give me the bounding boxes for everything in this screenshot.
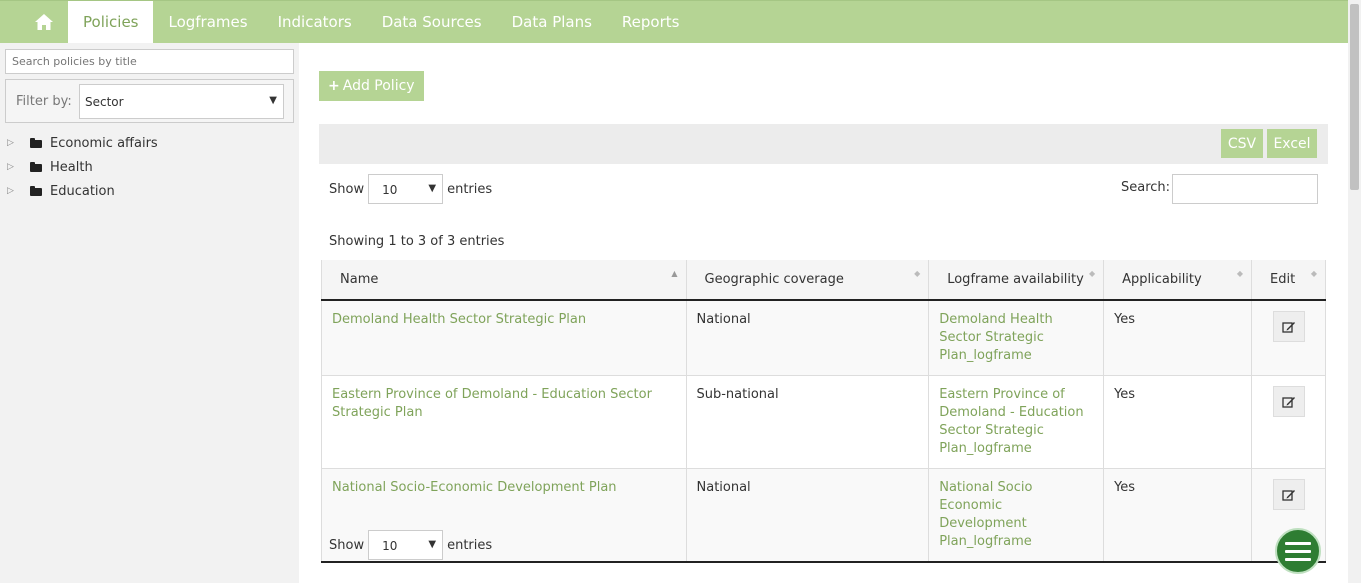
tree-item-economic-affairs[interactable]: ▷ Economic affairs xyxy=(0,131,158,155)
column-header-label: Logframe availability xyxy=(947,272,1084,287)
policy-name-link[interactable]: Demoland Health Sector Strategic Plan xyxy=(332,312,586,327)
home-button[interactable] xyxy=(20,1,68,43)
show-label: Show xyxy=(329,537,365,553)
table-info: Showing 1 to 3 of 3 entries xyxy=(329,234,505,249)
tree-item-label: Health xyxy=(50,159,93,175)
hamburger-icon-bar xyxy=(1285,557,1311,561)
column-header-label: Applicability xyxy=(1122,272,1202,287)
add-policy-label: Add Policy xyxy=(342,78,415,94)
sort-icon: ◆ xyxy=(1088,269,1096,278)
sort-icon: ◆ xyxy=(914,269,921,278)
edit-icon xyxy=(1281,396,1295,408)
expand-arrow-icon[interactable]: ▷ xyxy=(7,186,17,196)
csv-button[interactable]: CSV xyxy=(1221,129,1263,158)
tree-item-label: Economic affairs xyxy=(50,135,158,151)
applicability-cell: Yes xyxy=(1103,375,1253,469)
column-header-name[interactable]: Name ▲ xyxy=(321,260,687,301)
sort-icon: ◆ xyxy=(1236,269,1244,278)
filter-select[interactable]: Sector ▼ xyxy=(79,84,284,119)
page-length-select[interactable]: 10 ▼ xyxy=(368,530,444,560)
caret-down-icon: ▼ xyxy=(428,183,437,194)
caret-down-icon: ▼ xyxy=(428,539,437,550)
sort-icon: ◆ xyxy=(1310,269,1317,278)
table-row: Demoland Health Sector Strategic Plan Na… xyxy=(321,299,1326,376)
coverage-cell: National xyxy=(685,468,930,563)
logframe-link[interactable]: Demoland Health Sector Strategic Plan_lo… xyxy=(939,312,1053,363)
column-header-applicability[interactable]: Applicability ◆ xyxy=(1103,260,1253,301)
column-header-coverage[interactable]: Geographic coverage ◆ xyxy=(685,260,930,301)
sector-tree: ▷ Economic affairs ▷ Health ▷ Education xyxy=(0,131,158,203)
nav-data-sources[interactable]: Data Sources xyxy=(367,1,497,43)
filter-select-value: Sector xyxy=(85,95,124,109)
table-search-input[interactable] xyxy=(1172,174,1318,204)
nav-indicators[interactable]: Indicators xyxy=(263,1,367,43)
hamburger-menu-button[interactable] xyxy=(1275,528,1321,574)
policies-table: Name ▲ Geographic coverage ◆ Logframe avai… xyxy=(321,260,1326,563)
edit-button[interactable] xyxy=(1272,479,1305,510)
column-header-label: Geographic coverage xyxy=(704,272,844,287)
applicability-cell: Yes xyxy=(1103,468,1253,563)
table-row: Eastern Province of Demoland - Education… xyxy=(321,375,1326,469)
entries-label: entries xyxy=(447,181,493,197)
table-search-label: Search: xyxy=(1121,180,1171,195)
add-policy-button[interactable]: + Add Policy xyxy=(319,71,424,101)
export-toolbar: CSV Excel xyxy=(319,124,1328,164)
applicability-cell: Yes xyxy=(1103,299,1253,376)
plus-icon: + xyxy=(328,78,340,94)
show-label: Show xyxy=(329,181,365,197)
sidebar: Filter by: Sector ▼ ▷ Economic affairs ▷… xyxy=(0,43,299,583)
folder-icon xyxy=(30,162,42,172)
column-header-label: Name xyxy=(340,272,379,287)
excel-button[interactable]: Excel xyxy=(1267,129,1317,158)
filter-panel: Filter by: Sector ▼ xyxy=(5,79,294,123)
column-header-edit[interactable]: Edit ◆ xyxy=(1251,260,1326,301)
top-navbar: Policies Logframes Indicators Data Sourc… xyxy=(0,0,1348,43)
policy-name-link[interactable]: National Socio-Economic Development Plan xyxy=(332,480,617,495)
edit-icon xyxy=(1281,489,1295,501)
page-scrollbar[interactable] xyxy=(1348,0,1361,583)
edit-button[interactable] xyxy=(1272,311,1305,342)
page-length-value: 10 xyxy=(382,183,398,197)
page-length-control: Show 10 ▼ entries xyxy=(329,174,492,204)
entries-label: entries xyxy=(447,537,493,553)
policy-name-link[interactable]: Eastern Province of Demoland - Education… xyxy=(332,387,652,420)
folder-icon xyxy=(30,186,42,196)
edit-button[interactable] xyxy=(1272,386,1305,417)
page-length-select[interactable]: 10 ▼ xyxy=(368,174,444,204)
tree-item-label: Education xyxy=(50,183,115,199)
policy-search-input[interactable] xyxy=(5,49,294,74)
nav-policies[interactable]: Policies xyxy=(68,1,154,43)
edit-icon xyxy=(1281,321,1295,333)
home-icon xyxy=(35,14,53,30)
logframe-link[interactable]: Eastern Province of Demoland - Education… xyxy=(939,387,1083,456)
nav-reports[interactable]: Reports xyxy=(607,1,695,43)
column-header-label: Edit xyxy=(1270,272,1296,287)
logframe-link[interactable]: National Socio Economic Development Plan… xyxy=(939,480,1032,549)
page-length-value: 10 xyxy=(382,539,398,553)
tree-item-education[interactable]: ▷ Education xyxy=(0,179,158,203)
expand-arrow-icon[interactable]: ▷ xyxy=(7,138,17,148)
coverage-cell: National xyxy=(685,299,930,376)
sort-asc-icon: ▲ xyxy=(671,269,678,278)
scrollbar-thumb[interactable] xyxy=(1350,4,1359,190)
filter-label: Filter by: xyxy=(16,94,72,109)
caret-down-icon: ▼ xyxy=(269,95,277,106)
page-length-control-bottom: Show 10 ▼ entries xyxy=(329,530,492,560)
column-header-logframe[interactable]: Logframe availability ◆ xyxy=(928,260,1105,301)
hamburger-icon-bar xyxy=(1285,549,1311,553)
coverage-cell: Sub-national xyxy=(685,375,930,469)
nav-logframes[interactable]: Logframes xyxy=(153,1,262,43)
nav-data-plans[interactable]: Data Plans xyxy=(497,1,607,43)
folder-icon xyxy=(30,138,42,148)
hamburger-icon-bar xyxy=(1285,541,1311,545)
expand-arrow-icon[interactable]: ▷ xyxy=(7,162,17,172)
tree-item-health[interactable]: ▷ Health xyxy=(0,155,158,179)
